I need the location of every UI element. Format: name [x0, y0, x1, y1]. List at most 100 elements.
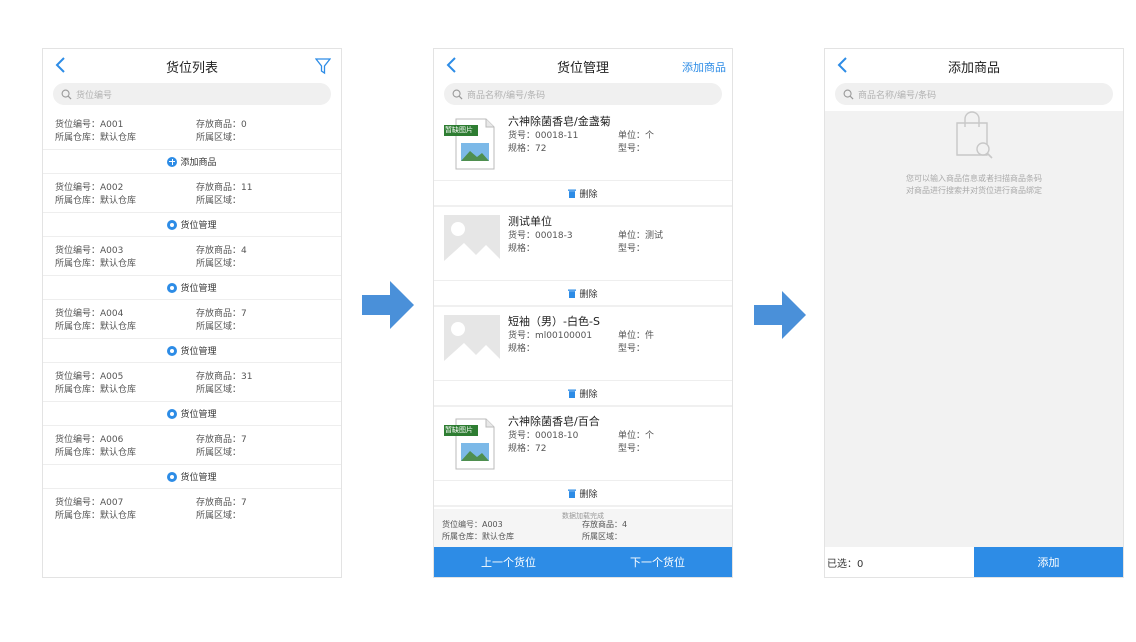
shopping-bag-search-icon: [956, 111, 993, 159]
slot-item[interactable]: 货位编号：A001 存放商品：0 所属仓库：默认仓库 所属区域： 添加商品: [43, 111, 341, 174]
search-bar[interactable]: 商品名称/编号/条码: [835, 83, 1113, 105]
goods-code: 货号：00018-3: [508, 231, 573, 241]
add-goods-link[interactable]: 添加商品: [682, 59, 726, 75]
gear-icon: [167, 282, 178, 293]
slot-code: 货位编号：A007: [55, 498, 124, 508]
manage-slot-button[interactable]: 货位管理: [43, 464, 341, 489]
no-image-label: 暂缺图片: [445, 426, 473, 434]
manage-slot-button[interactable]: 货位管理: [43, 275, 341, 300]
trash-icon: [568, 389, 577, 398]
slot-count: 存放商品：7: [196, 435, 247, 445]
add-button[interactable]: 添加: [974, 547, 1123, 577]
empty-tip-line-1: 您可以输入商品信息或者扫描商品条码: [906, 174, 1042, 183]
slot-info: 货位编号：A003 存放商品：4 所属仓库：默认仓库 所属区域：: [43, 237, 341, 275]
slot-info: 货位编号：A005 存放商品：31 所属仓库：默认仓库 所属区域：: [43, 363, 341, 401]
goods-list: 暂缺图片 六神除菌香皂/金盏菊 货号：00018-11 单位：个 规格：72 型号： 删除测…: [434, 107, 732, 507]
goods-unit: 单位：件: [618, 331, 655, 341]
goods-unit: 单位：个: [618, 431, 655, 441]
action-label: 添加商品: [180, 158, 217, 168]
slot-code: 货位编号：A002: [55, 183, 124, 193]
goods-item: 测试单位货号：00018-3 单位：测试规格： 型号： 删除: [434, 207, 732, 307]
selected-count: 已选：0: [827, 558, 864, 570]
goods-unit: 单位：测试: [618, 231, 664, 241]
loading-status: 数据加载完成: [562, 512, 604, 520]
slot-warehouse: 所属仓库：默认仓库: [55, 196, 137, 206]
slot-count: 存放商品：11: [196, 183, 253, 193]
slot-info: 货位编号：A006 存放商品：7 所属仓库：默认仓库 所属区域：: [43, 426, 341, 464]
goods-item: 短袖（男）-白色-S 货号：ml00100001 单位：件 规格： 型号： 删除: [434, 307, 732, 407]
delete-button[interactable]: 删除: [434, 480, 732, 505]
search-bar[interactable]: 商品名称/编号/条码: [444, 83, 722, 105]
slot-area: 所属区域：: [196, 196, 242, 206]
goods-info: 短袖（男）-白色-S 货号：ml00100001 单位：件 规格： 型号：: [508, 315, 654, 380]
no-image-icon: [444, 418, 495, 470]
slot-warehouse: 所属仓库：默认仓库: [55, 259, 137, 269]
no-image-icon: [444, 118, 495, 170]
slot-info: 货位编号：A001 存放商品：0 所属仓库：默认仓库 所属区域：: [43, 111, 341, 149]
page-title: 货位管理: [556, 60, 609, 76]
back-icon[interactable]: [833, 55, 853, 75]
slot-code: 货位编号：A001: [55, 120, 124, 130]
search-icon: [843, 89, 854, 100]
slot-count: 存放商品：4: [582, 520, 628, 529]
delete-label: 删除: [579, 289, 598, 300]
search-placeholder: 商品名称/编号/条码: [467, 90, 546, 101]
delete-button[interactable]: 删除: [434, 180, 732, 205]
navbar: 货位列表: [43, 49, 341, 83]
goods-item: 暂缺图片 六神除菌香皂/金盏菊 货号：00018-11 单位：个 规格：72 型号： 删除: [434, 107, 732, 207]
page-title: 货位列表: [165, 60, 218, 76]
slot-area: 所属区域：: [196, 448, 242, 458]
back-icon[interactable]: [442, 55, 462, 75]
slot-item[interactable]: 货位编号：A005 存放商品：31 所属仓库：默认仓库 所属区域： 货位管理: [43, 363, 341, 426]
prev-slot-button[interactable]: 上一个货位: [434, 547, 583, 577]
goods-name: 测试单位: [508, 215, 552, 228]
search-icon: [452, 89, 463, 100]
image-placeholder-icon: [444, 315, 500, 371]
manage-slot-button[interactable]: 货位管理: [43, 212, 341, 237]
next-slot-button[interactable]: 下一个货位: [583, 547, 732, 577]
goods-name: 短袖（男）-白色-S: [508, 315, 600, 328]
slot-count: 存放商品：0: [196, 120, 247, 130]
slot-warehouse: 所属仓库：默认仓库: [55, 322, 137, 332]
slot-manage-screen: 货位管理 添加商品 商品名称/编号/条码 暂缺图片 六神除菌香皂/金盏菊 货号：00…: [433, 48, 733, 578]
delete-button[interactable]: 删除: [434, 280, 732, 305]
manage-slot-button[interactable]: 货位管理: [43, 338, 341, 363]
slot-code: 货位编号：A003: [442, 520, 503, 529]
slot-info: 货位编号：A004 存放商品：7 所属仓库：默认仓库 所属区域：: [43, 300, 341, 338]
add-goods-button[interactable]: 添加商品: [43, 149, 341, 174]
action-label: 货位管理: [180, 410, 217, 420]
search-icon: [61, 89, 72, 100]
filter-icon[interactable]: [315, 57, 331, 75]
slot-item[interactable]: 货位编号：A007 存放商品：7 所属仓库：默认仓库 所属区域：: [43, 489, 341, 527]
footer-nav: 上一个货位 下一个货位: [434, 547, 732, 577]
delete-label: 删除: [579, 389, 598, 400]
gear-icon: [167, 408, 178, 419]
slot-count: 存放商品：7: [196, 498, 247, 508]
slot-item[interactable]: 货位编号：A006 存放商品：7 所属仓库：默认仓库 所属区域： 货位管理: [43, 426, 341, 489]
slot-item[interactable]: 货位编号：A002 存放商品：11 所属仓库：默认仓库 所属区域： 货位管理: [43, 174, 341, 237]
slot-warehouse: 所属仓库：默认仓库: [55, 385, 137, 395]
gear-icon: [167, 471, 178, 482]
slot-item[interactable]: 货位编号：A004 存放商品：7 所属仓库：默认仓库 所属区域： 货位管理: [43, 300, 341, 363]
search-placeholder: 商品名称/编号/条码: [858, 90, 937, 101]
slot-info-panel: 数据加载完成 货位编号：A003 存放商品：4 所属仓库：默认仓库 所属区域：: [434, 509, 732, 548]
back-icon[interactable]: [51, 55, 71, 75]
slot-count: 存放商品：7: [196, 309, 247, 319]
manage-slot-button[interactable]: 货位管理: [43, 401, 341, 426]
slot-area: 所属区域：: [196, 259, 242, 269]
delete-button[interactable]: 删除: [434, 380, 732, 405]
divider: [434, 505, 732, 507]
slot-item[interactable]: 货位编号：A003 存放商品：4 所属仓库：默认仓库 所属区域： 货位管理: [43, 237, 341, 300]
goods-spec: 规格：: [508, 244, 536, 254]
goods-item: 暂缺图片 六神除菌香皂/百合 货号：00018-10 单位：个 规格：72 型号： 删除: [434, 407, 732, 507]
add-goods-screen: 添加商品 商品名称/编号/条码 您可以输入商品信息或者扫描商品条码 对商品进行搜…: [824, 48, 1124, 578]
search-placeholder: 货位编号: [76, 90, 113, 101]
goods-spec: 规格：72: [508, 144, 547, 154]
flow-arrow-icon: [362, 281, 414, 329]
slot-list-screen: 货位列表 货位编号 货位编号：A001 存放商品：0 所属仓库：默认仓库 所属区域：添…: [42, 48, 342, 578]
search-bar[interactable]: 货位编号: [53, 83, 331, 105]
goods-model: 型号：: [618, 244, 646, 254]
slot-warehouse: 所属仓库：默认仓库: [55, 511, 137, 521]
slot-code: 货位编号：A003: [55, 246, 124, 256]
empty-tip-line-2: 对商品进行搜索并对货位进行商品绑定: [906, 186, 1042, 195]
